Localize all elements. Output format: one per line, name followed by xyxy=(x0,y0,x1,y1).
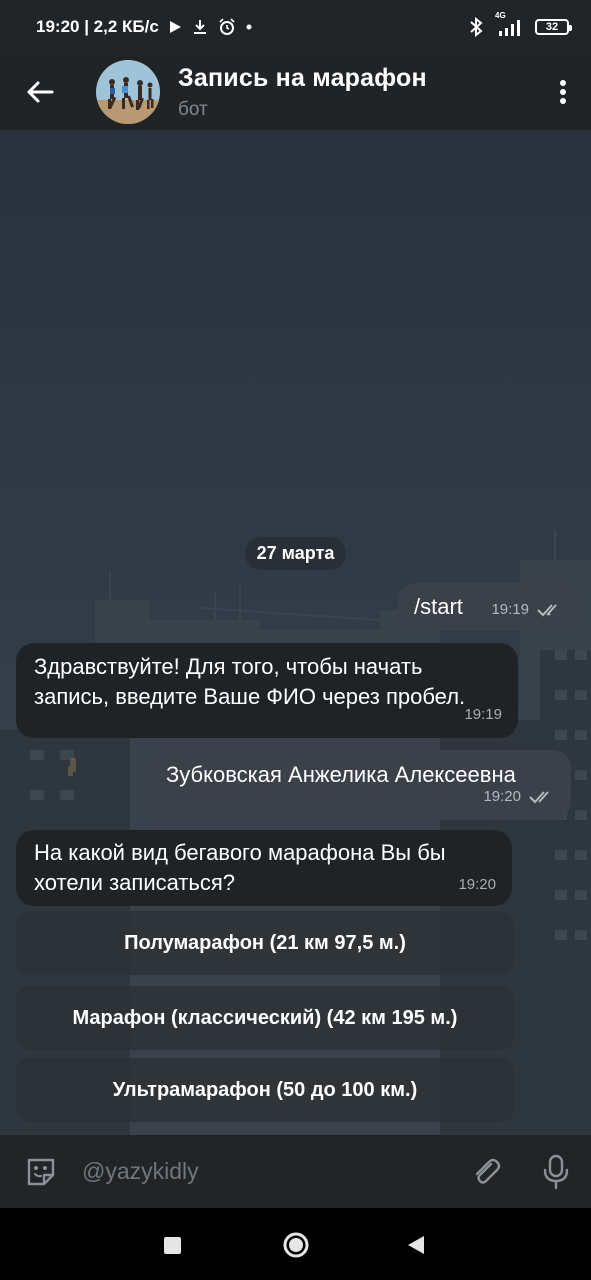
play-icon xyxy=(169,20,182,34)
microphone-icon xyxy=(543,1154,569,1189)
avatar[interactable] xyxy=(96,60,160,124)
chat-header: Запись на марафон бот xyxy=(0,54,591,130)
network-type-label: 4G xyxy=(495,11,506,20)
message-time: 19:20 xyxy=(458,876,496,893)
chat-area[interactable]: 27 марта /start 19:19 Здравствуйте! Для … xyxy=(0,130,591,1135)
emoji-button[interactable] xyxy=(0,1155,82,1189)
download-icon xyxy=(192,19,208,35)
message-time: 19:19 xyxy=(491,601,529,618)
message-input[interactable] xyxy=(82,1146,451,1197)
home-button[interactable] xyxy=(282,1231,310,1264)
message-incoming[interactable]: На какой вид бегавого марафона Вы бы хот… xyxy=(16,830,512,906)
sticker-icon xyxy=(27,1158,55,1185)
signal-icon: 4G xyxy=(495,11,523,37)
inline-button-marathon-classic[interactable]: Марафон (классический) (42 км 195 м.) xyxy=(16,986,514,1050)
chat-wallpaper xyxy=(0,130,591,1135)
system-navigation-bar xyxy=(0,1208,591,1280)
chat-subtitle: бот xyxy=(178,98,208,120)
square-icon xyxy=(164,1237,181,1254)
message-outgoing[interactable]: Зубковская Анжелика Алексеевна 19:20 xyxy=(150,750,571,820)
voice-message-button[interactable] xyxy=(521,1154,591,1190)
triangle-back-icon xyxy=(408,1236,424,1254)
more-options-button[interactable] xyxy=(535,54,591,130)
recents-button[interactable] xyxy=(164,1237,181,1259)
inline-button-ultramarathon[interactable]: Ультрамарафон (50 до 100 км.) xyxy=(16,1058,514,1122)
message-text-line: Здравствуйте! Для того, чтобы начать xyxy=(34,654,423,679)
date-separator: 27 марта xyxy=(244,537,347,570)
double-check-icon xyxy=(529,791,549,804)
message-text-line: На какой вид бегавого марафона Вы бы xyxy=(34,840,446,865)
double-check-icon xyxy=(537,604,557,617)
message-time: 19:20 xyxy=(483,788,521,805)
message-input-bar xyxy=(0,1135,591,1208)
message-incoming[interactable]: Здравствуйте! Для того, чтобы начать зап… xyxy=(16,643,518,738)
back-button[interactable] xyxy=(0,54,80,130)
chat-title[interactable]: Запись на марафон xyxy=(178,64,427,93)
message-text: /start xyxy=(414,594,463,619)
message-meta: 19:19 xyxy=(491,595,563,625)
message-text-line: хотели записаться? xyxy=(34,870,236,895)
message-time: 19:19 xyxy=(464,706,502,723)
attach-button[interactable] xyxy=(451,1155,521,1189)
message-text: Зубковская Анжелика Алексеевна xyxy=(166,762,516,787)
inline-button-half-marathon[interactable]: Полумарафон (21 км 97,5 м.) xyxy=(16,911,514,975)
message-text-line: запись, введите Ваше ФИО через пробел. xyxy=(34,684,466,709)
more-vertical-icon xyxy=(560,80,566,104)
message-meta: 19:20 xyxy=(483,782,555,812)
bluetooth-icon xyxy=(469,17,483,37)
dot-icon xyxy=(246,24,252,30)
battery-icon: 32 xyxy=(535,19,572,35)
home-circle-icon xyxy=(283,1232,309,1258)
status-time-speed: 19:20 | 2,2 КБ/с xyxy=(36,17,159,36)
alarm-icon xyxy=(218,18,236,36)
message-outgoing[interactable]: /start 19:19 xyxy=(398,583,579,631)
paperclip-icon xyxy=(475,1158,501,1184)
arrow-left-icon xyxy=(27,81,54,103)
back-nav-button[interactable] xyxy=(407,1235,425,1260)
status-bar: 19:20 | 2,2 КБ/с 4G 32 xyxy=(0,0,591,54)
